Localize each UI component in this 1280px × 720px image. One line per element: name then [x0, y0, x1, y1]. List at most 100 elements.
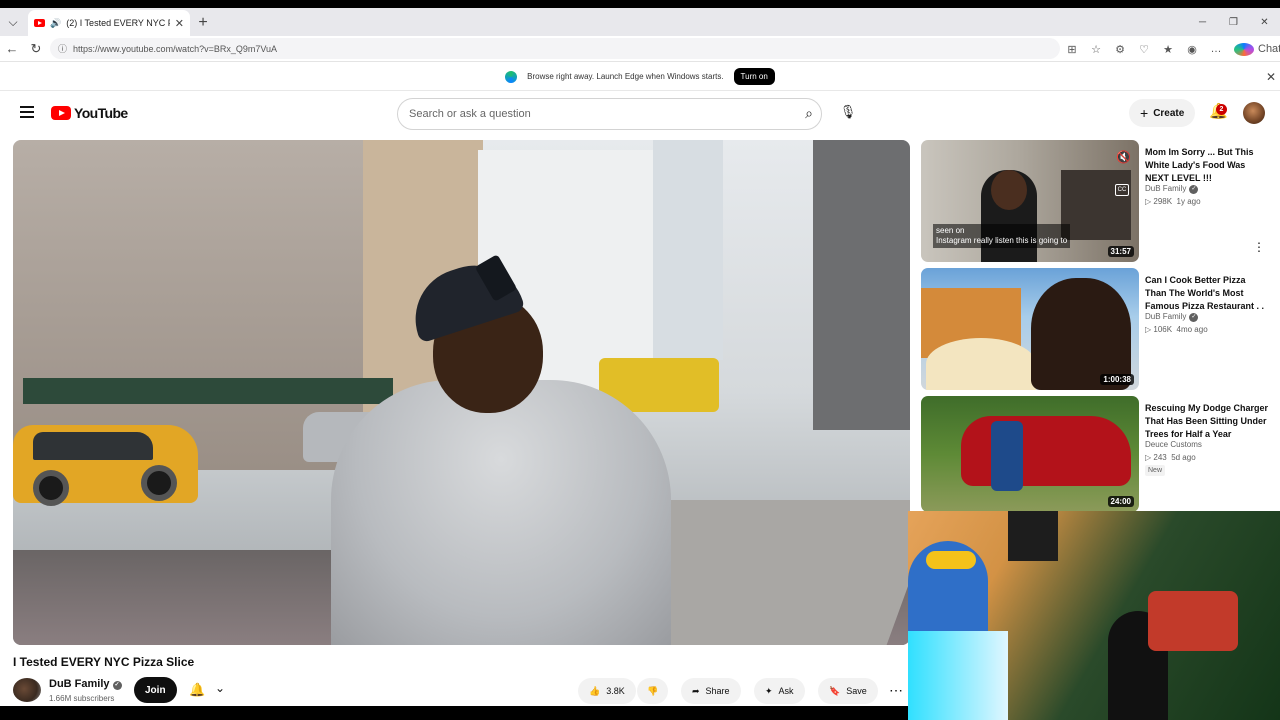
create-button[interactable]: + Create [1129, 99, 1196, 127]
restore-icon[interactable]: ❐ [1218, 8, 1249, 36]
video-player[interactable] [13, 140, 910, 645]
video-frame-taxi-window [33, 432, 153, 460]
channel-avatar[interactable] [13, 678, 41, 702]
copilot-icon [1234, 42, 1254, 56]
channel-row: DuB Family ✓ 1.66M subscribers Join 🔔 ⌄ 👍… [13, 676, 903, 706]
youtube-header: YouTube Search or ask a question ⌕ 🎙 + C… [0, 92, 1280, 134]
copilot-label: Chat [1258, 43, 1280, 55]
share-button[interactable]: ➦ Share [681, 678, 741, 704]
close-tab-icon[interactable]: ✕ [175, 17, 184, 30]
more-actions-icon[interactable]: ⋯ [889, 682, 903, 699]
closed-captions-icon[interactable]: CC [1115, 184, 1129, 196]
webcam-figures [1148, 591, 1238, 651]
profile-icon[interactable]: ◉ [1182, 43, 1202, 56]
recommended-channel[interactable]: DuB Family ✓ [1145, 312, 1199, 322]
create-label: Create [1153, 107, 1185, 119]
youtube-logo[interactable]: YouTube [51, 105, 128, 121]
video-frame-building-right [813, 140, 910, 430]
speaker-icon[interactable]: 🔊 [50, 18, 61, 29]
search-input[interactable]: Search or ask a question ⌕ [397, 98, 822, 130]
search-icon[interactable]: ⌕ [805, 105, 813, 122]
browser-tab-bar: ⌵ 🔊 (2) I Tested EVERY NYC Pizza Slice ✕… [0, 8, 1280, 36]
site-info-icon[interactable]: ⓘ [58, 42, 67, 55]
chevron-down-icon[interactable]: ⌄ [215, 681, 225, 695]
channel-name[interactable]: DuB Family ✓ [49, 678, 122, 690]
youtube-play-icon [51, 106, 71, 120]
video-frame-building-tower [653, 140, 723, 360]
favorites-icon[interactable]: ★ [1158, 43, 1178, 56]
infobar-message: Browse right away. Launch Edge when Wind… [527, 72, 724, 81]
mute-icon[interactable]: 🔇 [1116, 150, 1131, 164]
url-input[interactable]: ⓘ https://www.youtube.com/watch?v=BRx_Q9… [50, 38, 1060, 59]
turn-on-button[interactable]: Turn on [733, 68, 775, 85]
caption-overlay: seen on Instagram really listen this is … [933, 224, 1071, 248]
recommended-stats: ▷ 298K 1y ago [1145, 197, 1201, 206]
share-icon: ➦ [692, 685, 700, 696]
browser-essentials-icon[interactable]: ♡ [1134, 43, 1154, 56]
save-label: Save [846, 686, 867, 696]
recommended-views: 298K [1153, 197, 1173, 206]
verified-icon: ✓ [1189, 185, 1199, 194]
recommended-video-card[interactable]: 1:00:38 Can I Cook Better Pizza Than The… [921, 268, 1273, 390]
youtube-favicon-icon [34, 19, 45, 27]
recommended-title[interactable]: Mom Im Sorry ... But This White Lady's F… [1145, 146, 1269, 185]
recommended-title[interactable]: Rescuing My Dodge Charger That Has Been … [1145, 402, 1269, 441]
thumbnail-window [1061, 170, 1131, 240]
youtube-logo-text: YouTube [74, 105, 128, 121]
notification-badge: 2 [1216, 104, 1227, 115]
voice-search-icon[interactable]: 🎙 [834, 98, 862, 126]
back-icon[interactable]: ← [0, 41, 24, 56]
more-options-icon[interactable]: ⋮ [1253, 240, 1265, 254]
webcam-neon-light [908, 631, 1008, 720]
menu-icon[interactable] [20, 106, 34, 118]
top-border [0, 0, 1280, 8]
video-thumbnail[interactable]: 1:00:38 [921, 268, 1139, 390]
like-count: 3.8K [606, 686, 625, 696]
close-window-icon[interactable]: ✕ [1249, 8, 1280, 36]
recommended-video-card[interactable]: 24:00 Rescuing My Dodge Charger That Has… [921, 396, 1273, 518]
video-thumbnail[interactable]: 🔇 CC seen on Instagram really listen thi… [921, 140, 1139, 262]
split-screen-icon[interactable]: ⊞ [1062, 43, 1082, 56]
like-button[interactable]: 👍 3.8K [578, 678, 636, 704]
verified-icon: ✓ [1189, 313, 1199, 322]
thumbnail-bottle [991, 421, 1023, 491]
bookmark-icon: 🔖 [829, 685, 841, 696]
thumbnail-face [991, 170, 1027, 210]
extensions-icon[interactable]: ⚙ [1110, 43, 1130, 56]
browser-toolbar: ⊞ ☆ ⚙ ♡ ★ ◉ … Chat [1062, 36, 1280, 62]
refresh-icon[interactable]: ↻ [24, 41, 48, 57]
webcam-shelf [1008, 511, 1058, 561]
recommended-views: 106K [1153, 325, 1173, 334]
recommended-channel-text: DuB Family [1145, 184, 1187, 193]
minimize-icon[interactable]: ─ [1187, 8, 1218, 36]
recommended-title[interactable]: Can I Cook Better Pizza Than The World's… [1145, 274, 1269, 313]
edge-infobar: Browse right away. Launch Edge when Wind… [0, 63, 1280, 91]
video-frame-person-body [331, 380, 671, 645]
recommended-video-card[interactable]: 🔇 CC seen on Instagram really listen thi… [921, 140, 1273, 262]
browser-tab-active[interactable]: 🔊 (2) I Tested EVERY NYC Pizza Slice ✕ [28, 10, 190, 36]
account-avatar[interactable] [1243, 102, 1265, 124]
dislike-button[interactable]: 👎 [637, 678, 669, 704]
video-frame-wheel-rear [33, 470, 69, 506]
join-button[interactable]: Join [134, 677, 177, 703]
window-controls: ─ ❐ ✕ [1187, 8, 1280, 36]
recommended-channel[interactable]: DuB Family ✓ [1145, 184, 1199, 194]
ask-button[interactable]: ✦ Ask [754, 678, 805, 704]
close-infobar-icon[interactable]: ✕ [1266, 70, 1276, 84]
new-tab-button[interactable]: + [190, 10, 216, 36]
copilot-button[interactable]: Chat [1234, 42, 1280, 56]
edge-logo-icon [505, 70, 518, 83]
recommended-channel-text: DuB Family [1145, 312, 1187, 321]
video-thumbnail[interactable]: 24:00 [921, 396, 1139, 512]
save-button[interactable]: 🔖 Save [818, 678, 878, 704]
subscription-bell-icon[interactable]: 🔔 [189, 682, 205, 698]
recommended-age: 4mo ago [1176, 325, 1208, 334]
tab-actions-menu[interactable]: ⌵ [0, 8, 26, 36]
favorite-star-icon[interactable]: ☆ [1086, 43, 1106, 56]
sparkle-icon: ✦ [765, 685, 773, 696]
recommended-views: 243 [1153, 453, 1167, 462]
recommended-channel[interactable]: Deuce Customs [1145, 440, 1202, 449]
settings-more-icon[interactable]: … [1206, 43, 1226, 55]
video-duration: 31:57 [1107, 246, 1134, 257]
url-text: https://www.youtube.com/watch?v=BRx_Q9m7… [73, 43, 278, 54]
